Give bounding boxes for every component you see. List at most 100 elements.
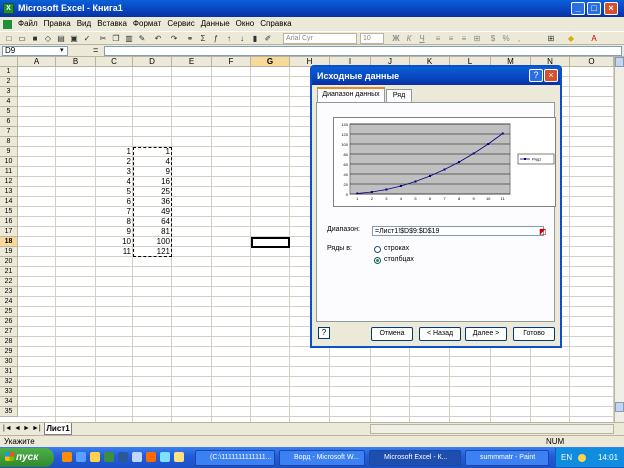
cancel-button[interactable]: Отмена xyxy=(371,327,413,341)
row-header-20[interactable]: 20 xyxy=(0,257,18,267)
row-header-22[interactable]: 22 xyxy=(0,277,18,287)
row-header-19[interactable]: 19 xyxy=(0,247,18,257)
spelling-icon[interactable]: ✓ xyxy=(81,33,93,44)
column-header-G[interactable]: G xyxy=(251,57,290,67)
merge-icon[interactable]: ⊞ xyxy=(471,33,483,44)
align-left-icon[interactable]: ≡ xyxy=(432,33,444,44)
copy-icon[interactable]: ❐ xyxy=(110,33,122,44)
cell-C13[interactable]: 5 xyxy=(113,187,131,197)
row-header-17[interactable]: 17 xyxy=(0,227,18,237)
row-header-23[interactable]: 23 xyxy=(0,287,18,297)
permission-icon[interactable]: ◇ xyxy=(42,33,54,44)
percent-icon[interactable]: % xyxy=(500,33,512,44)
underline-button[interactable]: Ч xyxy=(416,33,428,44)
help-button[interactable]: ? xyxy=(529,69,543,82)
print-icon[interactable]: ▤ xyxy=(55,33,67,44)
dialog-close-button[interactable]: × xyxy=(544,69,558,82)
row-header-16[interactable]: 16 xyxy=(0,217,18,227)
row-header-21[interactable]: 21 xyxy=(0,267,18,277)
function-icon[interactable]: ƒ xyxy=(210,33,222,44)
radio-rows-circle[interactable] xyxy=(374,246,381,253)
sheet-tab-1[interactable]: Лист1 xyxy=(44,423,72,435)
row-header-5[interactable]: 5 xyxy=(0,107,18,117)
horizontal-scrollbar[interactable] xyxy=(370,424,614,434)
formula-input[interactable] xyxy=(104,46,622,56)
align-center-icon[interactable]: ≡ xyxy=(445,33,457,44)
menu-item-0[interactable]: Файл xyxy=(18,19,38,28)
preview-icon[interactable]: ▣ xyxy=(68,33,80,44)
menu-item-3[interactable]: Вставка xyxy=(97,19,127,28)
menu-item-2[interactable]: Вид xyxy=(77,19,91,28)
quicklaunch-icon-2[interactable] xyxy=(132,452,142,462)
redo-icon[interactable]: ↷ xyxy=(168,33,180,44)
cell-C16[interactable]: 8 xyxy=(113,217,131,227)
column-header-D[interactable]: D xyxy=(133,57,172,67)
column-header-E[interactable]: E xyxy=(172,57,212,67)
currency-icon[interactable]: $ xyxy=(487,33,499,44)
first-sheet-icon[interactable]: |◄ xyxy=(3,425,12,432)
column-header-C[interactable]: C xyxy=(96,57,133,67)
maximize-button[interactable]: □ xyxy=(587,2,601,15)
row-header-2[interactable]: 2 xyxy=(0,77,18,87)
menu-item-6[interactable]: Данные xyxy=(201,19,230,28)
scroll-down-icon[interactable] xyxy=(615,402,624,412)
active-cell[interactable] xyxy=(251,237,290,248)
desktop-icon[interactable] xyxy=(90,452,100,462)
quicklaunch-icon-5[interactable] xyxy=(174,452,184,462)
row-header-28[interactable]: 28 xyxy=(0,337,18,347)
row-header-8[interactable]: 8 xyxy=(0,137,18,147)
row-header-9[interactable]: 9 xyxy=(0,147,18,157)
row-header-26[interactable]: 26 xyxy=(0,317,18,327)
task-excel[interactable]: Microsoft Excel - К... xyxy=(369,450,461,466)
row-header-32[interactable]: 32 xyxy=(0,377,18,387)
bold-button[interactable]: Ж xyxy=(390,33,402,44)
row-header-18[interactable]: 18 xyxy=(0,237,18,247)
radio-columns-circle[interactable] xyxy=(374,257,381,264)
tray-icon[interactable] xyxy=(578,454,586,462)
column-header-B[interactable]: B xyxy=(56,57,96,67)
name-box[interactable]: D9 xyxy=(2,46,68,56)
cell-C19[interactable]: 11 xyxy=(113,247,131,257)
open-icon[interactable]: ▭ xyxy=(16,33,28,44)
column-header-F[interactable]: F xyxy=(212,57,251,67)
row-header-6[interactable]: 6 xyxy=(0,117,18,127)
font-color-icon[interactable]: A xyxy=(588,33,600,44)
column-header-O[interactable]: O xyxy=(570,57,614,67)
close-button[interactable]: × xyxy=(604,2,618,15)
row-header-30[interactable]: 30 xyxy=(0,357,18,367)
row-header-3[interactable]: 3 xyxy=(0,87,18,97)
chevron-down-icon[interactable]: ▾ xyxy=(60,46,64,54)
row-header-25[interactable]: 25 xyxy=(0,307,18,317)
quicklaunch-icon-3[interactable] xyxy=(146,452,156,462)
sort-asc-icon[interactable]: ↑ xyxy=(223,33,235,44)
autosum-icon[interactable]: Σ xyxy=(197,33,209,44)
font-name-select[interactable]: Arial Cyr xyxy=(283,33,357,44)
row-header-35[interactable]: 35 xyxy=(0,407,18,417)
row-header-29[interactable]: 29 xyxy=(0,347,18,357)
row-header-15[interactable]: 15 xyxy=(0,207,18,217)
format-painter-icon[interactable]: ✎ xyxy=(136,33,148,44)
scroll-up-icon[interactable] xyxy=(615,57,624,67)
cell-C15[interactable]: 7 xyxy=(113,207,131,217)
borders-icon[interactable]: ⊞ xyxy=(545,33,557,44)
back-button[interactable]: < Назад xyxy=(419,327,461,341)
cell-C14[interactable]: 6 xyxy=(113,197,131,207)
cell-C9[interactable]: 1 xyxy=(113,147,131,157)
row-header-14[interactable]: 14 xyxy=(0,197,18,207)
drawing-icon[interactable]: ✐ xyxy=(262,33,274,44)
next-sheet-icon[interactable]: ► xyxy=(23,425,30,432)
office-assistant-icon[interactable]: ? xyxy=(318,327,330,339)
quicklaunch-icon[interactable] xyxy=(62,452,72,462)
column-header-A[interactable]: A xyxy=(18,57,56,67)
word-quick-icon[interactable] xyxy=(118,452,128,462)
row-header-10[interactable]: 10 xyxy=(0,157,18,167)
menu-item-7[interactable]: Окно xyxy=(236,19,255,28)
row-header-7[interactable]: 7 xyxy=(0,127,18,137)
align-right-icon[interactable]: ≡ xyxy=(458,33,470,44)
ie-icon[interactable] xyxy=(76,452,86,462)
row-header-27[interactable]: 27 xyxy=(0,327,18,337)
row-header-31[interactable]: 31 xyxy=(0,367,18,377)
select-all-corner[interactable] xyxy=(0,57,18,67)
collapse-dialog-icon[interactable]: ◩ xyxy=(539,227,547,236)
minimize-button[interactable]: _ xyxy=(571,2,585,15)
